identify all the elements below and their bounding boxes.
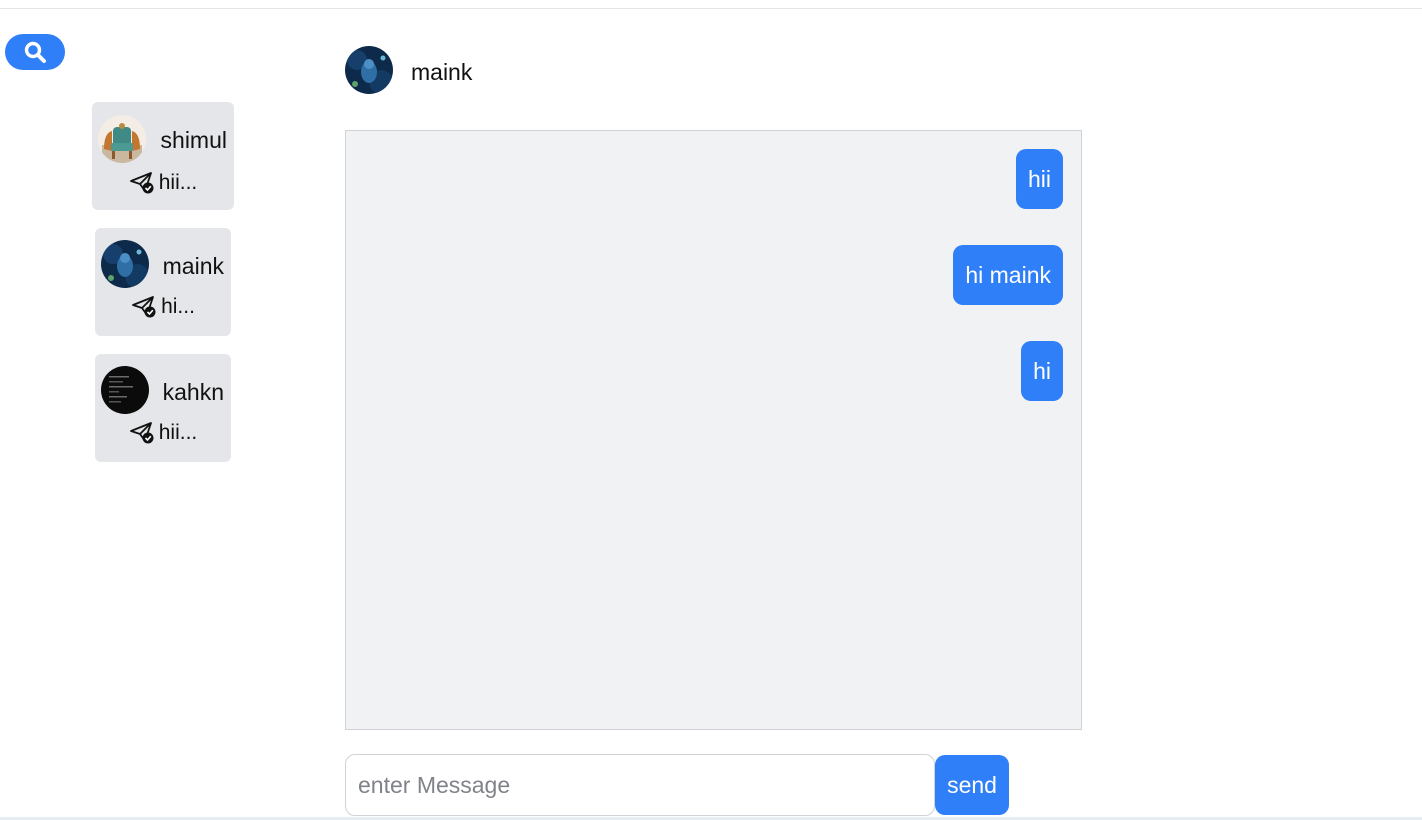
last-message-text: hi... <box>161 295 195 318</box>
contact-name: shimul <box>160 127 227 153</box>
contact-item-maink[interactable]: maink hi... <box>95 228 231 336</box>
message-bubble-outgoing: hi <box>1021 341 1063 401</box>
contact-last-message: hi... <box>95 294 231 320</box>
avatar <box>101 240 149 288</box>
contact-item-shimul[interactable]: shimul hii... <box>92 102 234 210</box>
top-divider <box>0 8 1422 9</box>
last-message-text: hii... <box>158 421 198 444</box>
avatar <box>98 115 146 163</box>
chat-header-avatar <box>345 46 393 94</box>
contact-name: kahkn <box>162 379 224 405</box>
sent-check-icon <box>129 172 154 194</box>
contact-name: maink <box>162 253 224 279</box>
send-button[interactable]: send <box>935 755 1009 815</box>
sent-check-icon <box>129 422 154 444</box>
contact-item-kahkn[interactable]: kahkn hii... <box>95 354 231 462</box>
contact-last-message: hii... <box>92 170 234 196</box>
chat-recipient-name: maink <box>411 59 473 85</box>
search-button[interactable] <box>5 34 65 70</box>
message-bubble-outgoing: hii <box>1015 149 1063 209</box>
sent-check-icon <box>132 296 156 318</box>
search-icon <box>24 41 46 63</box>
message-bubble-outgoing: hi maink <box>953 245 1063 305</box>
contact-last-message: hii... <box>95 420 231 446</box>
avatar <box>101 366 149 414</box>
message-input[interactable] <box>345 754 935 816</box>
last-message-text: hii... <box>158 171 198 194</box>
message-list[interactable]: hii hi maink hi <box>345 130 1082 730</box>
